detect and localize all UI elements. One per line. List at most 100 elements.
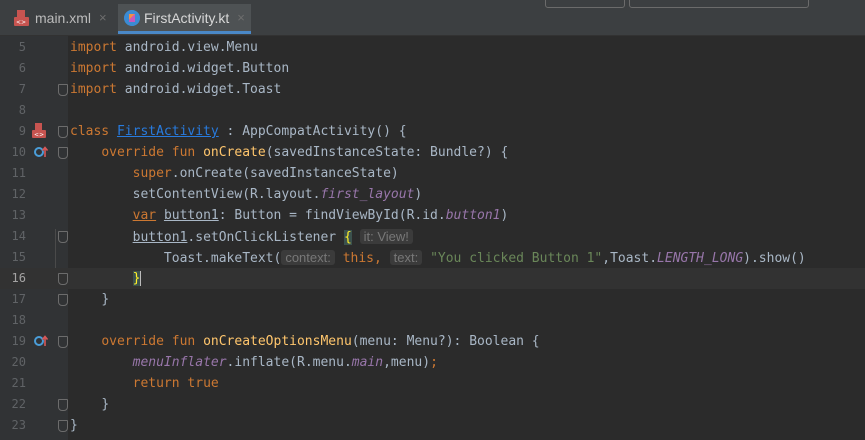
keyword: super [132,166,172,181]
close-tab-icon[interactable]: × [237,10,245,25]
close-tab-icon[interactable]: × [99,10,107,25]
toolbar-dropdown[interactable] [545,0,625,8]
line-number: 12 [11,187,26,201]
line-number: 13 [11,208,26,222]
field-reference: button1 [445,208,501,223]
tab-label: FirstActivity.kt [144,9,230,26]
code-line[interactable]: 23 } [0,415,865,436]
code-text: .inflate(R.menu. [226,355,352,370]
line-number: 14 [11,229,26,243]
kotlin-file-icon [124,9,140,26]
code-line[interactable]: 19 override fun onCreateOptionsMenu(menu… [0,331,865,352]
fold-start-icon[interactable] [58,231,68,243]
tab-main-xml[interactable]: <> main.xml × [13,4,107,31]
line-number: 10 [11,145,26,159]
text-caret [140,271,142,286]
code-line[interactable]: 10 override fun onCreate(savedInstanceSt… [0,142,865,163]
code-line[interactable]: 21 return true [0,373,865,394]
line-number: 19 [11,334,26,348]
function-name: onCreateOptionsMenu [203,334,352,349]
field-reference: main [351,355,384,370]
code-line[interactable]: 7 import android.widget.Toast [0,79,865,100]
fold-end-icon[interactable] [58,273,68,285]
svg-text:<>: <> [34,132,44,139]
inlay-hint: it: View! [359,229,413,244]
line-number: 17 [11,292,26,306]
inlay-hint: context: [281,250,335,265]
code-line[interactable]: 6 import android.widget.Button [0,58,865,79]
code-text: ,Toast. [602,251,658,266]
code-line[interactable]: 20 menuInflater.inflate(R.menu.main,menu… [0,352,865,373]
code-text: ) [500,208,509,223]
fold-start-icon[interactable] [58,126,68,138]
function-name: onCreate [203,145,266,160]
code-text: setContentView(R.layout. [132,187,321,202]
line-number: 21 [11,376,26,390]
code-text: ,menu) [383,355,431,370]
class-name[interactable]: FirstActivity [117,124,219,139]
code-line[interactable]: 12 setContentView(R.layout.first_layout) [0,184,865,205]
code-line[interactable]: 11 super.onCreate(savedInstanceState) [0,163,865,184]
line-number: 15 [11,250,26,264]
code-text: } [101,292,110,307]
fold-end-icon[interactable] [58,294,68,306]
code-line[interactable]: 13 var button1: Button = findViewById(R.… [0,205,865,226]
code-text: android.widget.Toast [116,82,282,97]
code-text: } [70,418,78,433]
code-line[interactable]: 9 <> class FirstActivity : AppCompatActi… [0,121,865,142]
inlay-hint: text: [389,250,423,265]
code-text: ).show() [743,251,806,266]
xml-file-icon: <> [13,9,31,27]
code-text: { [523,334,540,349]
line-number: 9 [18,124,26,138]
field-reference: first_layout [320,187,415,202]
layout-xml-gutter-icon[interactable]: <> [31,123,47,143]
line-number: 22 [11,397,26,411]
keyword: return true [132,376,219,391]
tab-first-activity-kt[interactable]: FirstActivity.kt × [118,4,251,34]
line-number: 7 [18,82,26,96]
field-reference: menuInflater [132,355,227,370]
fold-end-icon[interactable] [58,399,68,411]
string-literal: "You clicked Button 1" [430,251,603,266]
fold-start-icon[interactable] [58,336,68,348]
editor-tab-bar: <> main.xml × FirstActivity.kt × [0,0,865,36]
code-text: Toast.makeText( [163,251,282,266]
code-line[interactable]: 18 [0,310,865,331]
code-text: : Button = findViewById(R.id. [218,208,446,223]
code-text: } [101,397,110,412]
code-line[interactable]: 22 } [0,394,865,415]
code-text: : AppCompatActivity() { [218,124,407,139]
tab-label: main.xml [35,9,92,26]
code-text: (savedInstanceState: Bundle?) { [265,145,509,160]
variable-name: button1 [132,230,188,245]
override-marker-icon[interactable] [34,146,49,161]
type-name: Boolean [469,334,524,349]
code-line[interactable]: 15 Toast.makeText(context: this, text: "… [0,247,865,268]
code-text: (menu: Menu?): [351,334,470,349]
code-editor[interactable]: 5 import android.view.Menu 6 import andr… [0,36,865,440]
override-marker-icon[interactable] [34,335,49,350]
matching-brace: { [343,230,352,245]
keyword: override fun [101,334,196,349]
variable-name: button1 [163,208,219,223]
code-text: .setOnClickListener [187,230,344,245]
line-number: 20 [11,355,26,369]
line-number: 6 [18,61,26,75]
code-line[interactable]: 5 import android.view.Menu [0,37,865,58]
code-text: ) [414,187,423,202]
fold-start-icon[interactable] [58,147,68,159]
line-number: 8 [18,103,26,117]
toolbar-device-selector[interactable] [629,0,809,8]
code-line[interactable]: 8 [0,100,865,121]
code-line[interactable]: 14 button1.setOnClickListener { it: View… [0,226,865,247]
line-number: 18 [11,313,26,327]
keyword: import [70,82,117,97]
keyword: var [132,208,157,223]
semicolon: ; [430,355,438,370]
keyword: class [70,124,110,139]
code-line[interactable]: 17 } [0,289,865,310]
fold-end-icon[interactable] [58,420,68,432]
fold-end-icon[interactable] [58,84,68,96]
code-line-current[interactable]: 16 } [0,268,865,289]
